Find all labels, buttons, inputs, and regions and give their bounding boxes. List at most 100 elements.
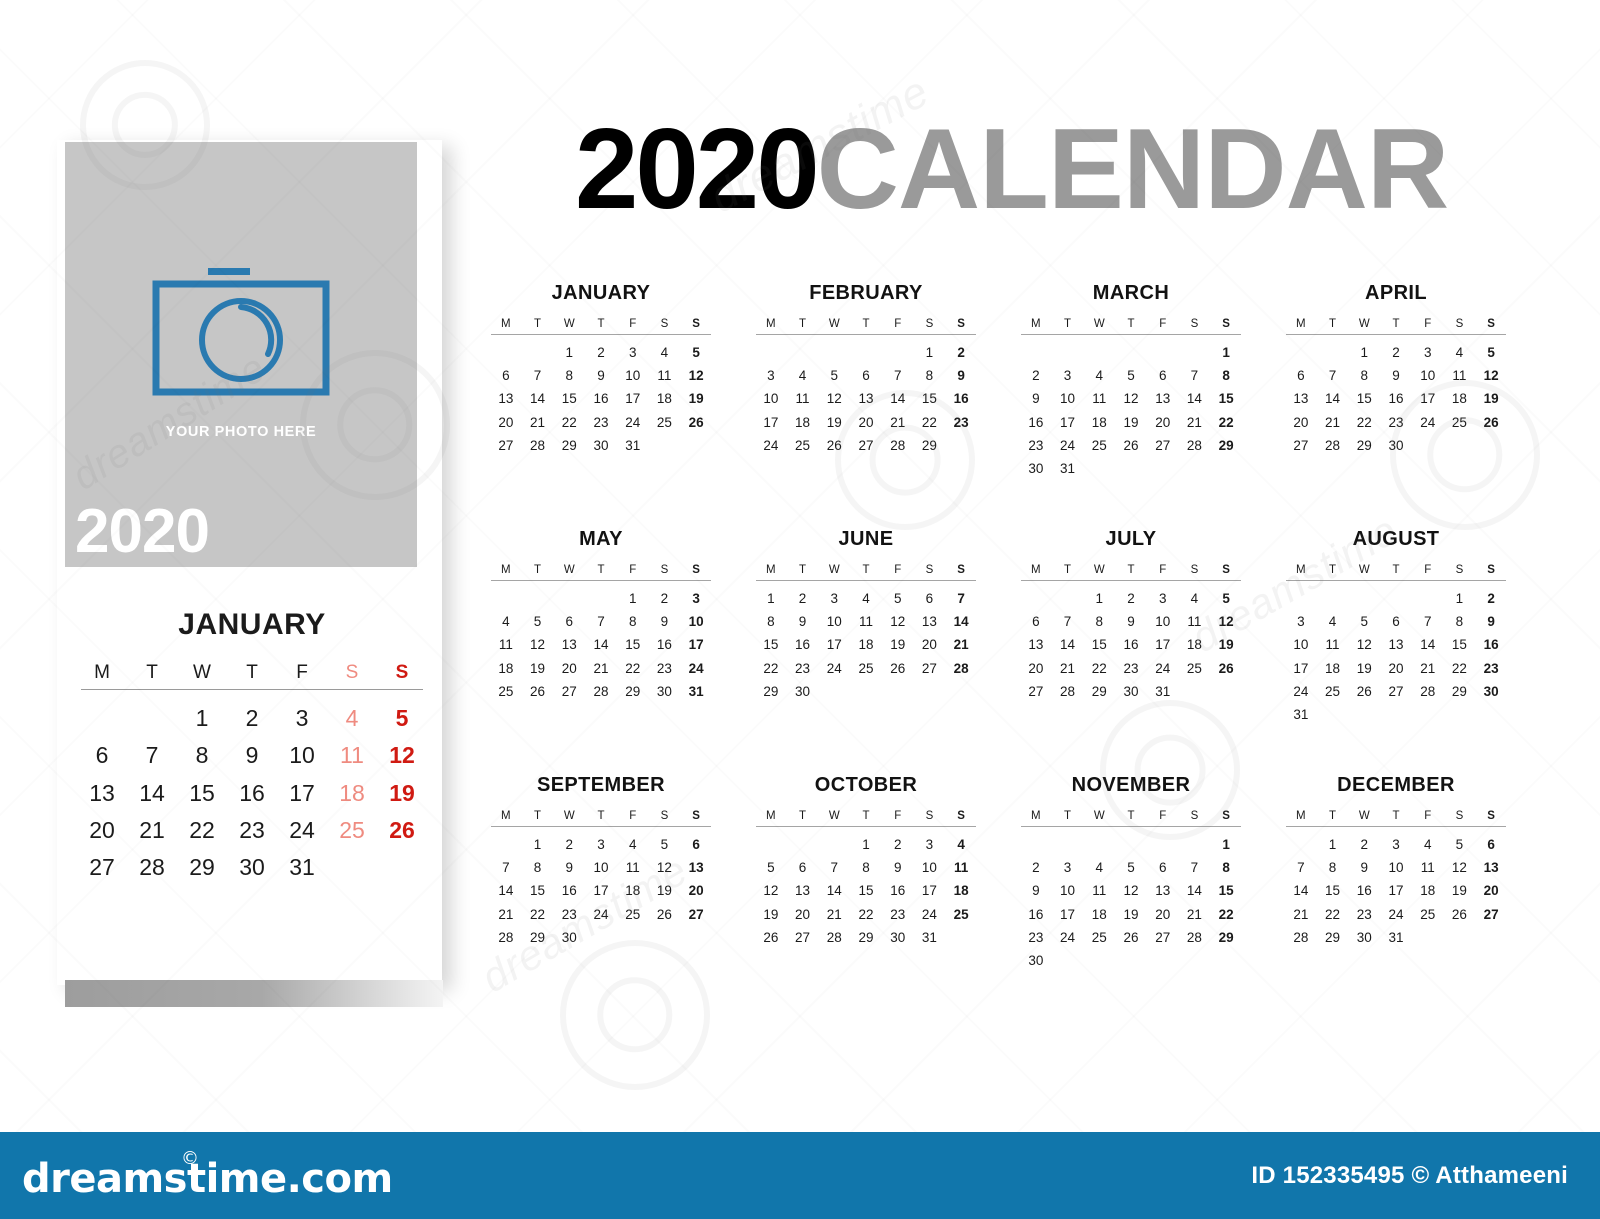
day-cell[interactable]: 26 [818, 434, 850, 457]
day-cell[interactable]: 2 [585, 341, 617, 364]
day-cell[interactable]: 19 [1210, 633, 1242, 656]
day-cell[interactable]: 1 [522, 833, 554, 856]
day-cell[interactable]: 20 [1380, 657, 1412, 680]
day-cell[interactable]: 5 [1210, 587, 1242, 610]
day-cell[interactable]: 28 [1179, 434, 1211, 457]
day-cell[interactable]: 21 [1317, 411, 1349, 434]
featured-day-cell[interactable]: 11 [327, 737, 377, 774]
day-cell[interactable]: 22 [1444, 657, 1476, 680]
day-cell[interactable]: 14 [1412, 633, 1444, 656]
day-cell[interactable]: 12 [755, 879, 787, 902]
day-cell[interactable]: 8 [522, 856, 554, 879]
day-cell[interactable]: 4 [1317, 610, 1349, 633]
featured-day-cell[interactable]: 27 [77, 849, 127, 886]
day-cell[interactable]: 27 [1475, 903, 1507, 926]
day-cell[interactable]: 29 [1348, 434, 1380, 457]
day-cell[interactable]: 16 [945, 387, 977, 410]
day-cell[interactable]: 8 [1210, 856, 1242, 879]
day-cell[interactable]: 23 [945, 411, 977, 434]
day-cell[interactable]: 11 [1444, 364, 1476, 387]
day-cell[interactable]: 1 [1348, 341, 1380, 364]
day-cell[interactable]: 29 [617, 680, 649, 703]
day-cell[interactable]: 5 [1115, 364, 1147, 387]
day-cell[interactable]: 24 [617, 411, 649, 434]
day-cell[interactable]: 17 [1380, 879, 1412, 902]
day-cell[interactable]: 9 [1115, 610, 1147, 633]
day-cell[interactable]: 2 [787, 587, 819, 610]
day-cell[interactable]: 19 [1115, 411, 1147, 434]
day-cell[interactable]: 30 [882, 926, 914, 949]
day-cell[interactable]: 23 [1115, 657, 1147, 680]
day-cell[interactable]: 10 [1052, 387, 1084, 410]
featured-day-cell[interactable]: 13 [77, 775, 127, 812]
day-cell[interactable]: 1 [1083, 587, 1115, 610]
day-cell[interactable]: 28 [818, 926, 850, 949]
day-cell[interactable]: 15 [522, 879, 554, 902]
day-cell[interactable]: 5 [1115, 856, 1147, 879]
day-cell[interactable]: 24 [680, 657, 712, 680]
day-cell[interactable]: 14 [1179, 879, 1211, 902]
day-cell[interactable]: 3 [1412, 341, 1444, 364]
day-cell[interactable]: 27 [1147, 926, 1179, 949]
day-cell[interactable]: 21 [1412, 657, 1444, 680]
day-cell[interactable]: 11 [617, 856, 649, 879]
day-cell[interactable]: 16 [553, 879, 585, 902]
day-cell[interactable]: 22 [1210, 411, 1242, 434]
day-cell[interactable]: 3 [1380, 833, 1412, 856]
day-cell[interactable]: 4 [1083, 364, 1115, 387]
day-cell[interactable]: 1 [1317, 833, 1349, 856]
day-cell[interactable]: 13 [680, 856, 712, 879]
day-cell[interactable]: 2 [649, 587, 681, 610]
day-cell[interactable]: 26 [1115, 926, 1147, 949]
day-cell[interactable]: 3 [1147, 587, 1179, 610]
day-cell[interactable]: 17 [1285, 657, 1317, 680]
day-cell[interactable]: 17 [617, 387, 649, 410]
day-cell[interactable]: 23 [787, 657, 819, 680]
day-cell[interactable]: 25 [1444, 411, 1476, 434]
day-cell[interactable]: 4 [1444, 341, 1476, 364]
day-cell[interactable]: 7 [1179, 856, 1211, 879]
day-cell[interactable]: 31 [1052, 457, 1084, 480]
day-cell[interactable]: 26 [1475, 411, 1507, 434]
day-cell[interactable]: 30 [1020, 949, 1052, 972]
day-cell[interactable]: 28 [490, 926, 522, 949]
day-cell[interactable]: 7 [1052, 610, 1084, 633]
featured-day-cell[interactable]: 25 [327, 812, 377, 849]
day-cell[interactable]: 10 [1412, 364, 1444, 387]
day-cell[interactable]: 14 [1179, 387, 1211, 410]
day-cell[interactable]: 6 [1147, 856, 1179, 879]
day-cell[interactable]: 18 [787, 411, 819, 434]
day-cell[interactable]: 23 [1380, 411, 1412, 434]
day-cell[interactable]: 29 [553, 434, 585, 457]
day-cell[interactable]: 20 [1475, 879, 1507, 902]
day-cell[interactable]: 30 [649, 680, 681, 703]
day-cell[interactable]: 11 [1317, 633, 1349, 656]
day-cell[interactable]: 4 [1179, 587, 1211, 610]
day-cell[interactable]: 6 [1285, 364, 1317, 387]
day-cell[interactable]: 11 [945, 856, 977, 879]
day-cell[interactable]: 29 [755, 680, 787, 703]
day-cell[interactable]: 8 [553, 364, 585, 387]
day-cell[interactable]: 2 [1115, 587, 1147, 610]
day-cell[interactable]: 13 [1285, 387, 1317, 410]
day-cell[interactable]: 23 [882, 903, 914, 926]
day-cell[interactable]: 12 [1348, 633, 1380, 656]
day-cell[interactable]: 30 [553, 926, 585, 949]
day-cell[interactable]: 26 [522, 680, 554, 703]
day-cell[interactable]: 28 [1179, 926, 1211, 949]
day-cell[interactable]: 8 [1444, 610, 1476, 633]
day-cell[interactable]: 19 [1115, 903, 1147, 926]
day-cell[interactable]: 22 [1317, 903, 1349, 926]
day-cell[interactable]: 20 [914, 633, 946, 656]
day-cell[interactable]: 2 [1020, 856, 1052, 879]
day-cell[interactable]: 6 [680, 833, 712, 856]
day-cell[interactable]: 6 [914, 587, 946, 610]
day-cell[interactable]: 9 [1020, 879, 1052, 902]
day-cell[interactable]: 27 [1020, 680, 1052, 703]
day-cell[interactable]: 9 [553, 856, 585, 879]
day-cell[interactable]: 4 [850, 587, 882, 610]
day-cell[interactable]: 18 [490, 657, 522, 680]
photo-placeholder[interactable]: YOUR PHOTO HERE 2020 [65, 142, 417, 567]
day-cell[interactable]: 7 [1285, 856, 1317, 879]
day-cell[interactable]: 7 [1179, 364, 1211, 387]
